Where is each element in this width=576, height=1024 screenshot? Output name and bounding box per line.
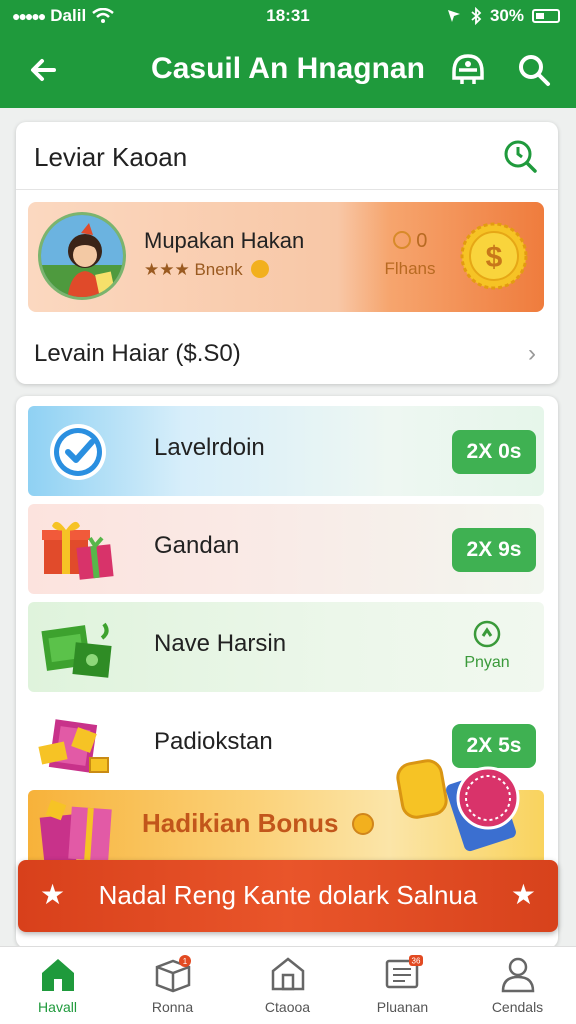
dollar-coin-icon: $: [460, 222, 528, 290]
tab-home[interactable]: Havall: [0, 955, 115, 1024]
coins-stat: 0 Flhans: [380, 230, 440, 279]
level-row[interactable]: Levain Haiar ($.S0) ›: [16, 326, 558, 384]
profile-banner[interactable]: Mupakan Hakan ★★★ Bnenk 0 Flhans $: [28, 202, 544, 312]
coins-value-coin-icon: [392, 231, 411, 249]
tab-label: Cendals: [491, 999, 544, 1015]
play-circle-icon: [473, 620, 501, 648]
tab-box[interactable]: 1 Ronna: [115, 955, 230, 1024]
star-icon: ★: [510, 879, 536, 910]
bonus-gift-icon: [39, 799, 112, 864]
profile-rating-text: ★★★ Bnenk: [144, 260, 243, 279]
checkmark-badge-icon: [50, 424, 106, 480]
coins-label: Flhans: [384, 259, 436, 278]
store-icon: [271, 957, 304, 991]
bonus-coin-icon: [351, 813, 374, 835]
home-icon: [41, 959, 74, 991]
helmet-icon[interactable]: [448, 50, 488, 90]
tab-label: Pluanan: [376, 999, 429, 1015]
promo-banner-text: Nadal Reng Kante dolark Salnua: [98, 880, 478, 910]
message-icon: 36: [385, 955, 423, 989]
tab-badge: 1: [182, 957, 187, 966]
level-row-label: Levain Haiar ($.S0): [34, 340, 241, 367]
avatar-illustration-icon: [41, 215, 123, 297]
app-bar: Casuil An Hnagnan: [0, 34, 576, 108]
play-action[interactable]: Pnyan: [452, 620, 522, 672]
bonus-label-text: Hadikian Bonus: [142, 808, 339, 838]
coins-value: 0: [416, 230, 428, 252]
profile-name: Mupakan Hakan: [144, 228, 305, 253]
bonus-decoration-icon: [396, 759, 520, 852]
list-item-label: Nave Harsin: [154, 630, 287, 657]
bonus-row[interactable]: Hadikian Bonus: [28, 759, 544, 866]
play-action-label: Pnyan: [464, 654, 510, 671]
list-item[interactable]: Gandan 2X 9s: [28, 504, 544, 594]
small-coin-icon: [251, 260, 270, 278]
card-header-title: Leviar Kaoan: [34, 142, 188, 172]
bonus-label: Hadikian Bonus: [142, 808, 374, 839]
tab-store[interactable]: Ctaooa: [230, 955, 345, 1024]
treasure-box-icon: [38, 719, 109, 773]
green-gift-icon: [41, 622, 112, 678]
tab-profile[interactable]: Cendals: [460, 955, 575, 1024]
svg-text:$: $: [486, 241, 503, 274]
gift-box-icon: [42, 521, 114, 580]
location-icon: [447, 10, 460, 22]
card-header: Leviar Kaoan: [16, 122, 558, 190]
battery-percent: 30%: [489, 6, 524, 25]
list-item-label: Padiokstan: [154, 728, 273, 755]
status-bar: ●●●●● Dalil 18:31 30%: [0, 0, 576, 34]
reward-badge[interactable]: 2X 9s: [452, 528, 536, 572]
promo-banner[interactable]: ★ Nadal Reng Kante dolark Salnua ★: [18, 860, 558, 932]
tab-label: Havall: [38, 999, 77, 1015]
bluetooth-icon: [471, 7, 482, 25]
battery-icon: [532, 9, 560, 23]
page-title: Casuil An Hnagnan: [151, 52, 425, 85]
tab-label: Ronna: [151, 999, 194, 1015]
profile-icon: [501, 957, 534, 993]
search-icon[interactable]: [514, 50, 554, 90]
tab-messages[interactable]: 36 Pluanan: [345, 955, 460, 1024]
list-item[interactable]: Nave Harsin Pnyan: [28, 602, 544, 692]
box-icon: 1: [155, 955, 191, 993]
reward-badge[interactable]: 2X 0s: [452, 430, 536, 474]
avatar: [38, 212, 126, 300]
bottom-nav: Havall 1 Ronna Ctaooa 36 Pluanan Cendals: [0, 946, 576, 1024]
list-item-label: Lavelrdoin: [154, 434, 265, 461]
search-history-icon[interactable]: [502, 138, 538, 174]
profile-rating: ★★★ Bnenk: [144, 260, 270, 280]
tab-label: Ctaooa: [264, 999, 311, 1015]
list-item[interactable]: Lavelrdoin 2X 0s: [28, 406, 544, 496]
chevron-right-icon: ›: [528, 340, 536, 367]
tab-badge: 36: [411, 957, 420, 966]
list-item-label: Gandan: [154, 532, 240, 559]
profile-card: Leviar Kaoan Mupakan Hakan ★★★ Bnenk 0 F…: [16, 122, 558, 384]
